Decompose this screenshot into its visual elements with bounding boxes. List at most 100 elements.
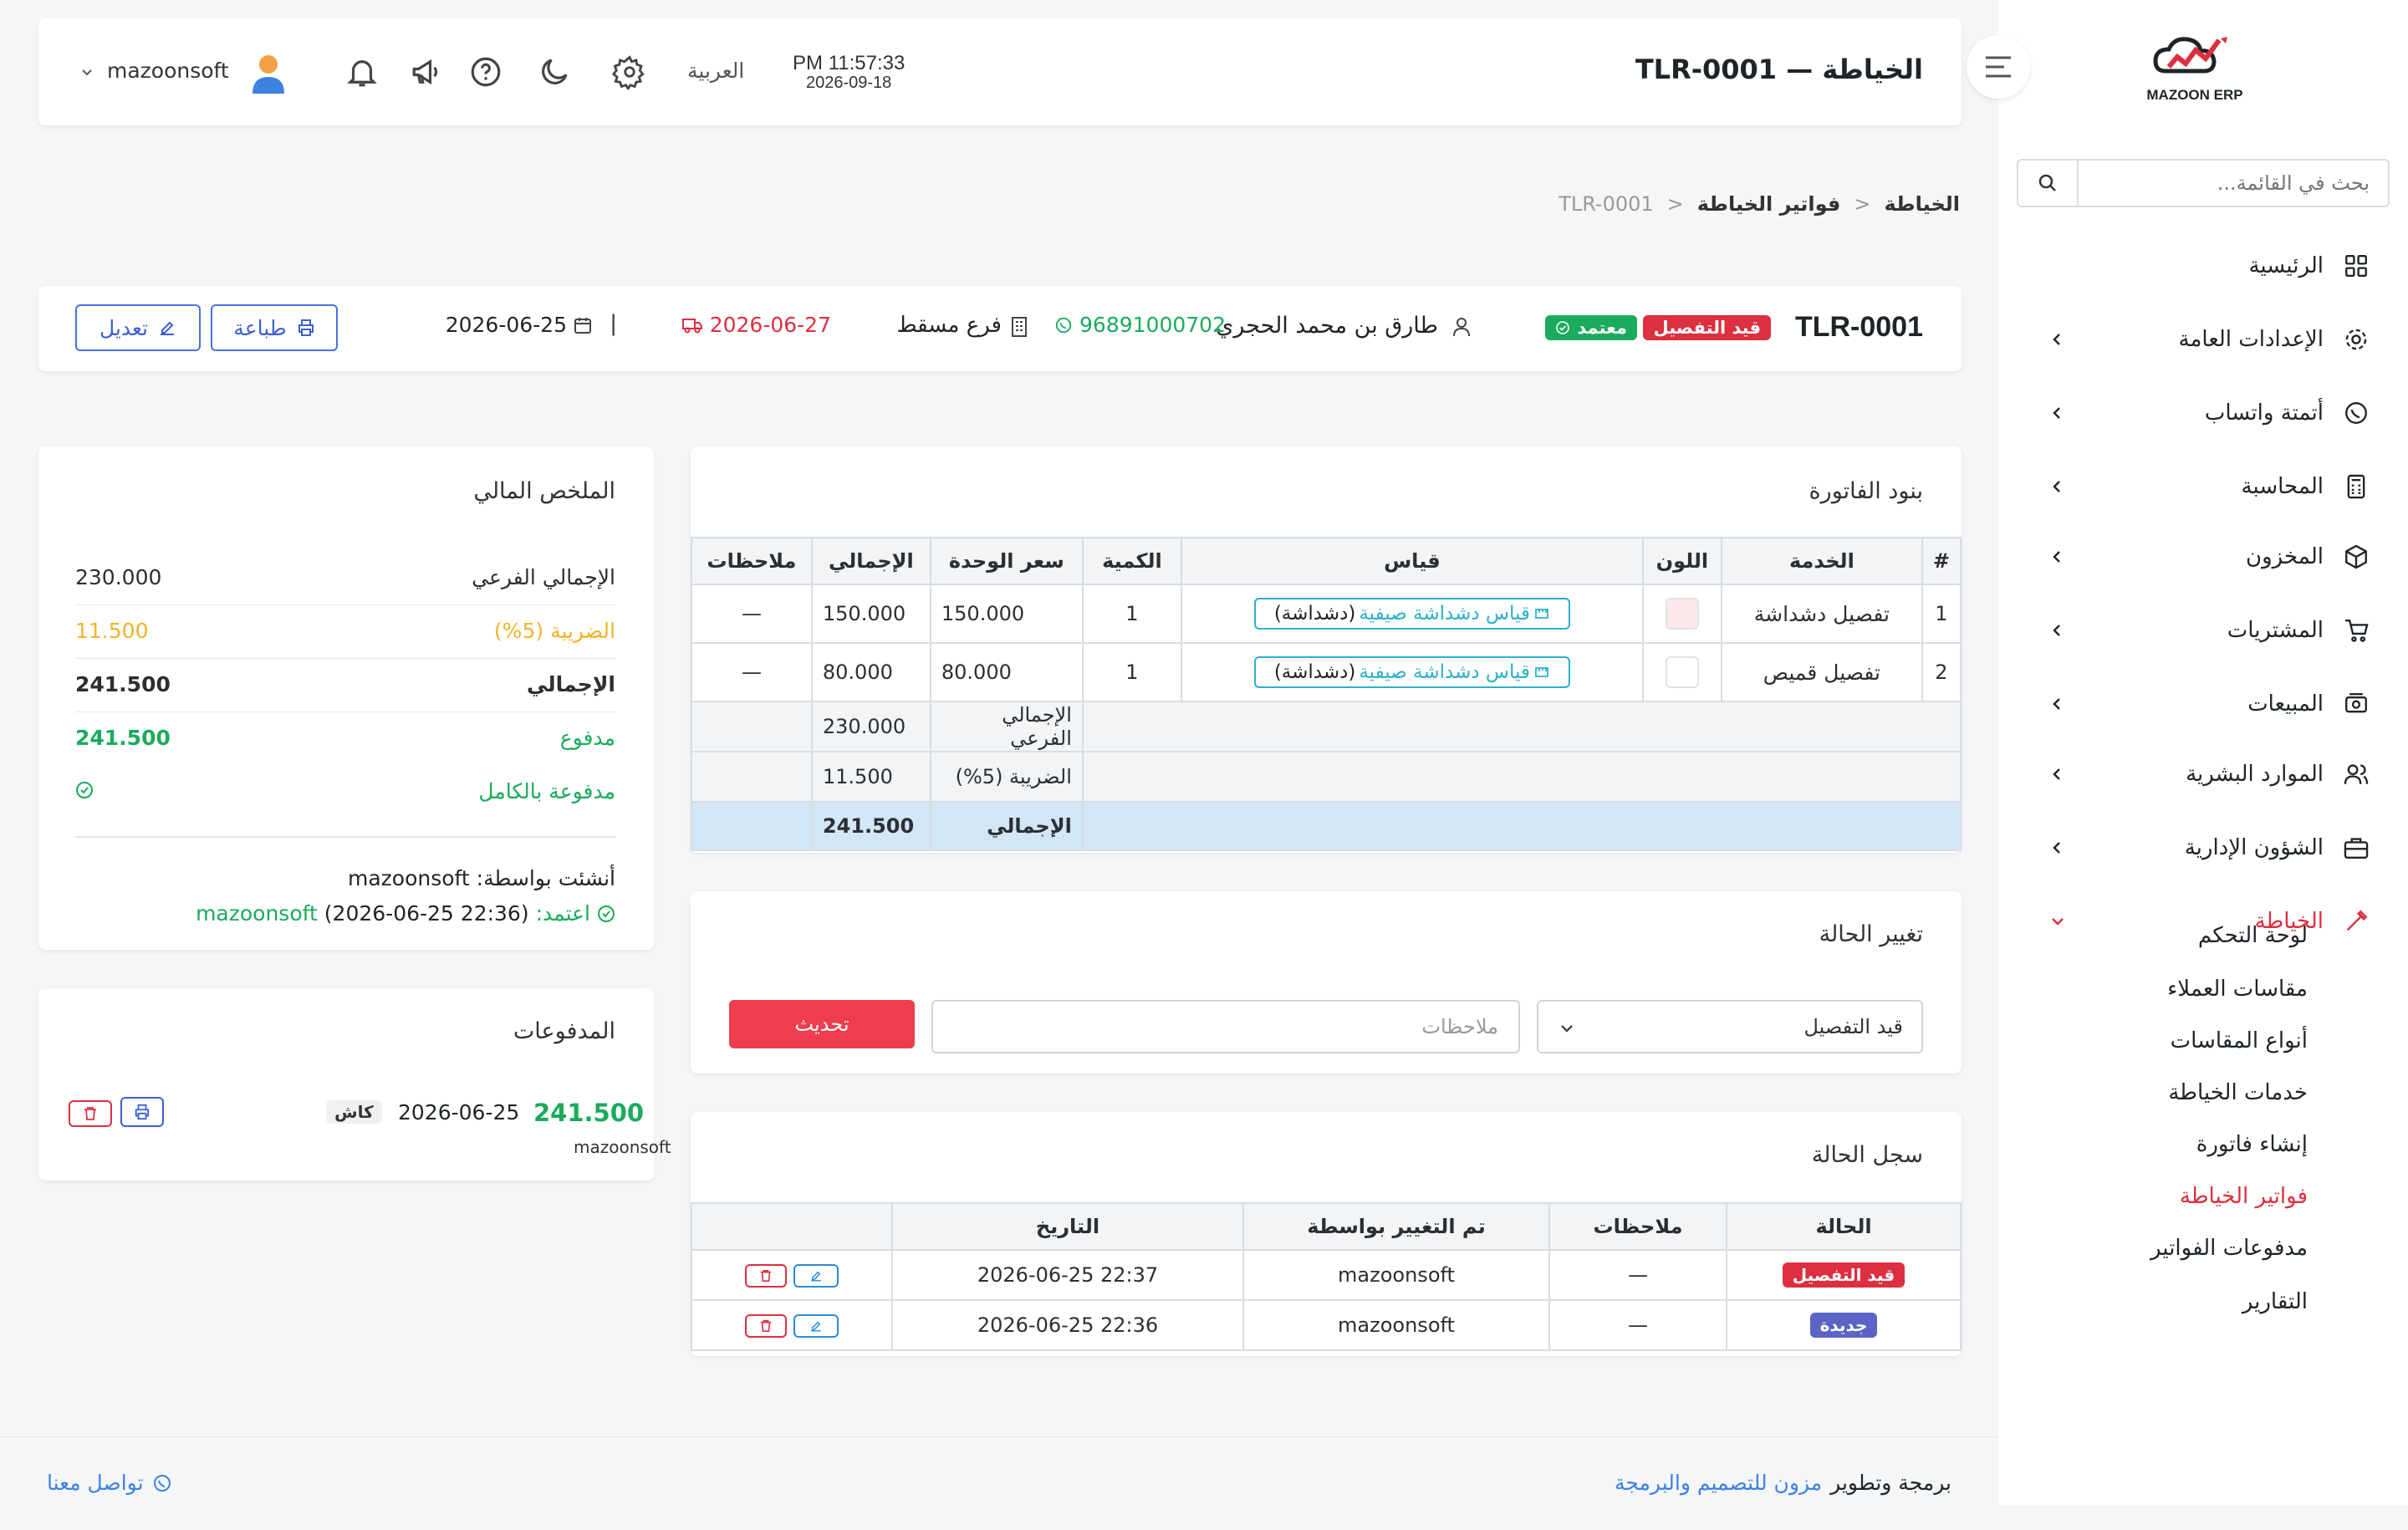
log-notes: — bbox=[1548, 1299, 1727, 1351]
truck-icon bbox=[681, 318, 702, 333]
subtotal-row: الإجمالي الفرعي 230.000 bbox=[691, 701, 1962, 752]
calculator-icon bbox=[2342, 472, 2370, 501]
chevron-left-icon[interactable] bbox=[2048, 404, 2067, 422]
check-circle-icon bbox=[1556, 321, 1570, 334]
contact-us-link[interactable]: تواصل معنا bbox=[47, 1471, 172, 1495]
print-button[interactable]: طباعة bbox=[211, 304, 338, 351]
status-log-table: الحالة ملاحظات تم التغيير بواسطة التاريخ… bbox=[691, 1202, 1962, 1351]
help-icon[interactable] bbox=[468, 54, 503, 89]
sidebar-item-label: الشؤون الإدارية bbox=[2184, 835, 2324, 860]
col-qty: الكمية bbox=[1081, 537, 1182, 585]
sidebar-subitem[interactable]: فواتير الخياطة bbox=[2180, 1184, 2308, 1209]
print-payment-button[interactable] bbox=[120, 1097, 164, 1127]
sidebar-item-grid[interactable]: الرئيسية bbox=[2036, 241, 2370, 291]
chevron-left-icon[interactable] bbox=[2048, 330, 2067, 349]
sidebar-item-label: الرئيسية bbox=[2248, 253, 2324, 278]
username[interactable]: mazoonsoft bbox=[107, 59, 229, 83]
sidebar-toggle-button[interactable] bbox=[1967, 35, 2030, 99]
printer-icon bbox=[298, 319, 314, 336]
sidebar-subitem[interactable]: أنواع المقاسات bbox=[2171, 1028, 2308, 1053]
log-col-status: الحالة bbox=[1726, 1202, 1962, 1251]
briefcase-icon bbox=[2342, 834, 2370, 862]
created-by: أنشئت بواسطة: mazoonsoft bbox=[347, 866, 615, 890]
chevron-down-icon[interactable] bbox=[2048, 912, 2067, 931]
sidebar-item-whatsapp[interactable]: أتمتة واتساب bbox=[2036, 388, 2370, 438]
item-total: 80.000 bbox=[810, 642, 931, 702]
sidebar-item-gear[interactable]: الإعدادات العامة bbox=[2036, 314, 2370, 365]
language-switch[interactable]: العربية bbox=[687, 59, 744, 83]
summary-total: الإجمالي 241.500 bbox=[75, 659, 615, 712]
settings-icon[interactable] bbox=[612, 54, 647, 89]
sidebar-item-label: الإعدادات العامة bbox=[2178, 327, 2324, 352]
approved-badge: معتمد bbox=[1545, 315, 1637, 340]
chevron-down-icon[interactable] bbox=[80, 65, 94, 79]
footer-company-link[interactable]: مزون للتصميم والبرمجة bbox=[1615, 1471, 1822, 1495]
col-service: الخدمة bbox=[1720, 537, 1923, 585]
megaphone-icon[interactable] bbox=[410, 54, 445, 89]
ruler-icon bbox=[1535, 667, 1548, 677]
whatsapp-icon bbox=[153, 1474, 171, 1492]
sidebar-subitem[interactable]: مدفوعات الفواتير bbox=[2150, 1236, 2308, 1261]
sidebar-subitem[interactable]: التقارير bbox=[2242, 1289, 2308, 1314]
brand-logo[interactable]: MAZOON ERP bbox=[2140, 33, 2249, 109]
notifications-bell-icon[interactable] bbox=[344, 54, 380, 89]
chevron-left-icon[interactable] bbox=[2048, 695, 2067, 713]
item-service: تفصيل دشداشة bbox=[1720, 584, 1923, 644]
tax-row: الضريبة (5%) 11.500 bbox=[691, 751, 1962, 803]
sidebar-subitem[interactable]: مقاسات العملاء bbox=[2167, 977, 2308, 1002]
chevron-left-icon[interactable] bbox=[2048, 477, 2067, 496]
status-log-title: سجل الحالة bbox=[1811, 1142, 1923, 1168]
edit-icon bbox=[161, 321, 175, 335]
search-icon[interactable] bbox=[2018, 161, 2079, 206]
sidebar-subitem[interactable]: خدمات الخياطة bbox=[2168, 1080, 2308, 1105]
update-status-button[interactable]: تحديث bbox=[729, 1000, 915, 1048]
invoice-date: 2026-06-25 bbox=[446, 313, 592, 337]
breadcrumb-root[interactable]: الخياطة bbox=[1884, 192, 1960, 216]
col-color: اللون bbox=[1641, 537, 1722, 585]
edit-log-button[interactable] bbox=[793, 1263, 839, 1288]
item-measure: قياس دشداشة صيفية (دشداشة) bbox=[1180, 642, 1644, 702]
subtotal-value: 230.000 bbox=[810, 701, 931, 752]
delete-log-button[interactable] bbox=[745, 1313, 787, 1338]
dark-mode-icon[interactable] bbox=[537, 54, 572, 89]
status-notes-input[interactable]: ملاحظات bbox=[931, 1000, 1520, 1053]
sidebar-item-label: المخزون bbox=[2246, 544, 2324, 569]
sidebar-subitem[interactable]: لوحة التحكم bbox=[2198, 923, 2308, 948]
measure-link[interactable]: قياس دشداشة صيفية (دشداشة) bbox=[1253, 656, 1570, 688]
tailoring-icon bbox=[2342, 907, 2370, 936]
sidebar-search-input[interactable] bbox=[2085, 166, 2370, 201]
sidebar-item-briefcase[interactable]: الشؤون الإدارية bbox=[2036, 823, 2370, 873]
sidebar-item-label: المبيعات bbox=[2247, 691, 2324, 717]
customer-name[interactable]: طارق بن محمد الحجري bbox=[1216, 313, 1438, 339]
grand-total-row: الإجمالي 241.500 bbox=[691, 801, 1962, 851]
status-log-card: سجل الحالة الحالة ملاحظات تم التغيير بوا… bbox=[691, 1112, 1962, 1356]
edit-button[interactable]: تعديل bbox=[75, 304, 201, 351]
grid-icon bbox=[2342, 252, 2370, 280]
sidebar-item-calculator[interactable]: المحاسبة bbox=[2036, 462, 2370, 512]
delete-log-button[interactable] bbox=[745, 1263, 787, 1288]
sidebar-item-users[interactable]: الموارد البشرية bbox=[2036, 749, 2370, 799]
chevron-left-icon[interactable] bbox=[2048, 765, 2067, 783]
user-avatar[interactable] bbox=[247, 52, 289, 95]
summary-subtotal: الإجمالي الفرعي 230.000 bbox=[75, 552, 615, 605]
measure-link[interactable]: قياس دشداشة صيفية (دشداشة) bbox=[1253, 598, 1570, 630]
delete-payment-button[interactable] bbox=[69, 1100, 112, 1127]
edit-log-button[interactable] bbox=[793, 1313, 839, 1338]
breadcrumb-invoices[interactable]: فواتير الخياطة bbox=[1697, 192, 1841, 216]
status-select[interactable]: قيد التفصيل bbox=[1537, 1000, 1923, 1053]
chevron-left-icon[interactable] bbox=[2048, 548, 2067, 566]
sidebar-subitem[interactable]: إنشاء فاتورة bbox=[2196, 1132, 2308, 1157]
sidebar-item-box[interactable]: المخزون bbox=[2036, 532, 2370, 582]
invoice-number: TLR-0001 bbox=[1794, 311, 1923, 343]
sidebar-item-label: المشتريات bbox=[2227, 618, 2324, 643]
item-measure: قياس دشداشة صيفية (دشداشة) bbox=[1180, 584, 1644, 644]
sidebar-item-cash[interactable]: المبيعات bbox=[2036, 679, 2370, 729]
customer-phone[interactable]: 96891000702 bbox=[1054, 313, 1226, 337]
status-change-card: تغيير الحالة قيد التفصيل ملاحظات تحديث bbox=[691, 891, 1962, 1074]
chevron-left-icon[interactable] bbox=[2048, 621, 2067, 640]
chevron-left-icon[interactable] bbox=[2048, 839, 2067, 857]
summary-paid: مدفوع 241.500 bbox=[75, 726, 615, 750]
sidebar-search[interactable] bbox=[2017, 159, 2390, 207]
date-separator: | bbox=[610, 311, 617, 336]
sidebar-item-cart[interactable]: المشتريات bbox=[2036, 605, 2370, 655]
